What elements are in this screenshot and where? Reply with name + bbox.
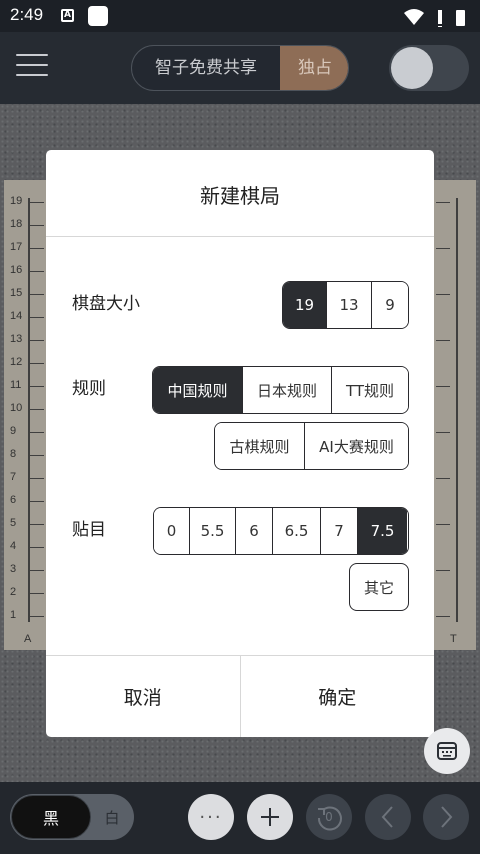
board-size-9[interactable]: 9 [372,282,408,328]
komi-6-5[interactable]: 6.5 [273,508,321,554]
next-button[interactable] [423,794,469,840]
komi-0[interactable]: 0 [154,508,190,554]
add-button[interactable] [247,794,293,840]
board-size-13[interactable]: 13 [327,282,372,328]
app-bar: 智子免费共享 独占 [0,32,480,104]
more-icon: ··· [199,806,223,828]
menu-icon[interactable] [16,54,48,80]
rules-options-row1: 中国规则 日本规则 TT规则 [152,366,409,414]
notification-a-icon: A [61,9,74,22]
komi-7-5[interactable]: 7.5 [358,508,407,554]
toggle-knob [391,47,433,89]
segment-exclusive[interactable]: 独占 [280,46,348,90]
undo-button[interactable]: 0 [306,794,352,840]
more-button[interactable]: ··· [188,794,234,840]
komi-5-5[interactable]: 5.5 [190,508,236,554]
komi-7[interactable]: 7 [321,508,358,554]
status-time: 2:49 [10,5,44,24]
board-size-19[interactable]: 19 [283,282,327,328]
rules-options-row2: 古棋规则 AI大赛规则 [214,422,409,470]
keyboard-fab[interactable] [424,728,470,774]
white-option[interactable]: 白 [94,794,130,840]
rule-ai-contest[interactable]: AI大赛规则 [305,423,408,469]
mode-toggle[interactable] [389,45,469,91]
status-icons [404,9,465,27]
komi-options: 0 5.5 6 6.5 7 7.5 [153,507,409,555]
komi-label: 贴目 [72,520,106,540]
plus-icon [261,808,279,826]
share-mode-segmented: 智子免费共享 独占 [131,45,349,91]
segment-shared[interactable]: 智子免费共享 [132,46,280,90]
komi-6[interactable]: 6 [236,508,273,554]
black-option[interactable]: 黑 [11,795,91,839]
rule-chinese[interactable]: 中国规则 [153,367,243,413]
confirm-button[interactable]: 确定 [239,656,435,737]
komi-other-button[interactable]: 其它 [349,563,409,611]
cancel-button[interactable]: 取消 [46,656,240,737]
rules-label: 规则 [72,379,106,399]
chevron-right-icon [441,806,453,828]
rule-tt[interactable]: TT规则 [332,367,408,413]
status-bar: 2:49 A [0,0,480,32]
undo-count: 0 [325,810,333,824]
rule-ancient[interactable]: 古棋规则 [215,423,305,469]
keyboard-icon [437,742,457,760]
new-game-dialog: 新建棋局 棋盘大小 19 13 9 规则 中国规则 日本规则 TT规则 古棋规则… [46,150,434,737]
rule-japanese[interactable]: 日本规则 [243,367,332,413]
dialog-actions: 取消 确定 [46,655,434,737]
chevron-left-icon [381,806,393,828]
dialog-title: 新建棋局 [200,184,280,208]
bottom-toolbar: 黑 白 ··· 0 [0,782,480,854]
board-size-label: 棋盘大小 [72,294,140,314]
stone-color-toggle[interactable]: 黑 白 [10,794,134,840]
board-size-options: 19 13 9 [282,281,409,329]
prev-button[interactable] [365,794,411,840]
divider [46,236,434,237]
notification-app-icon [88,6,108,26]
